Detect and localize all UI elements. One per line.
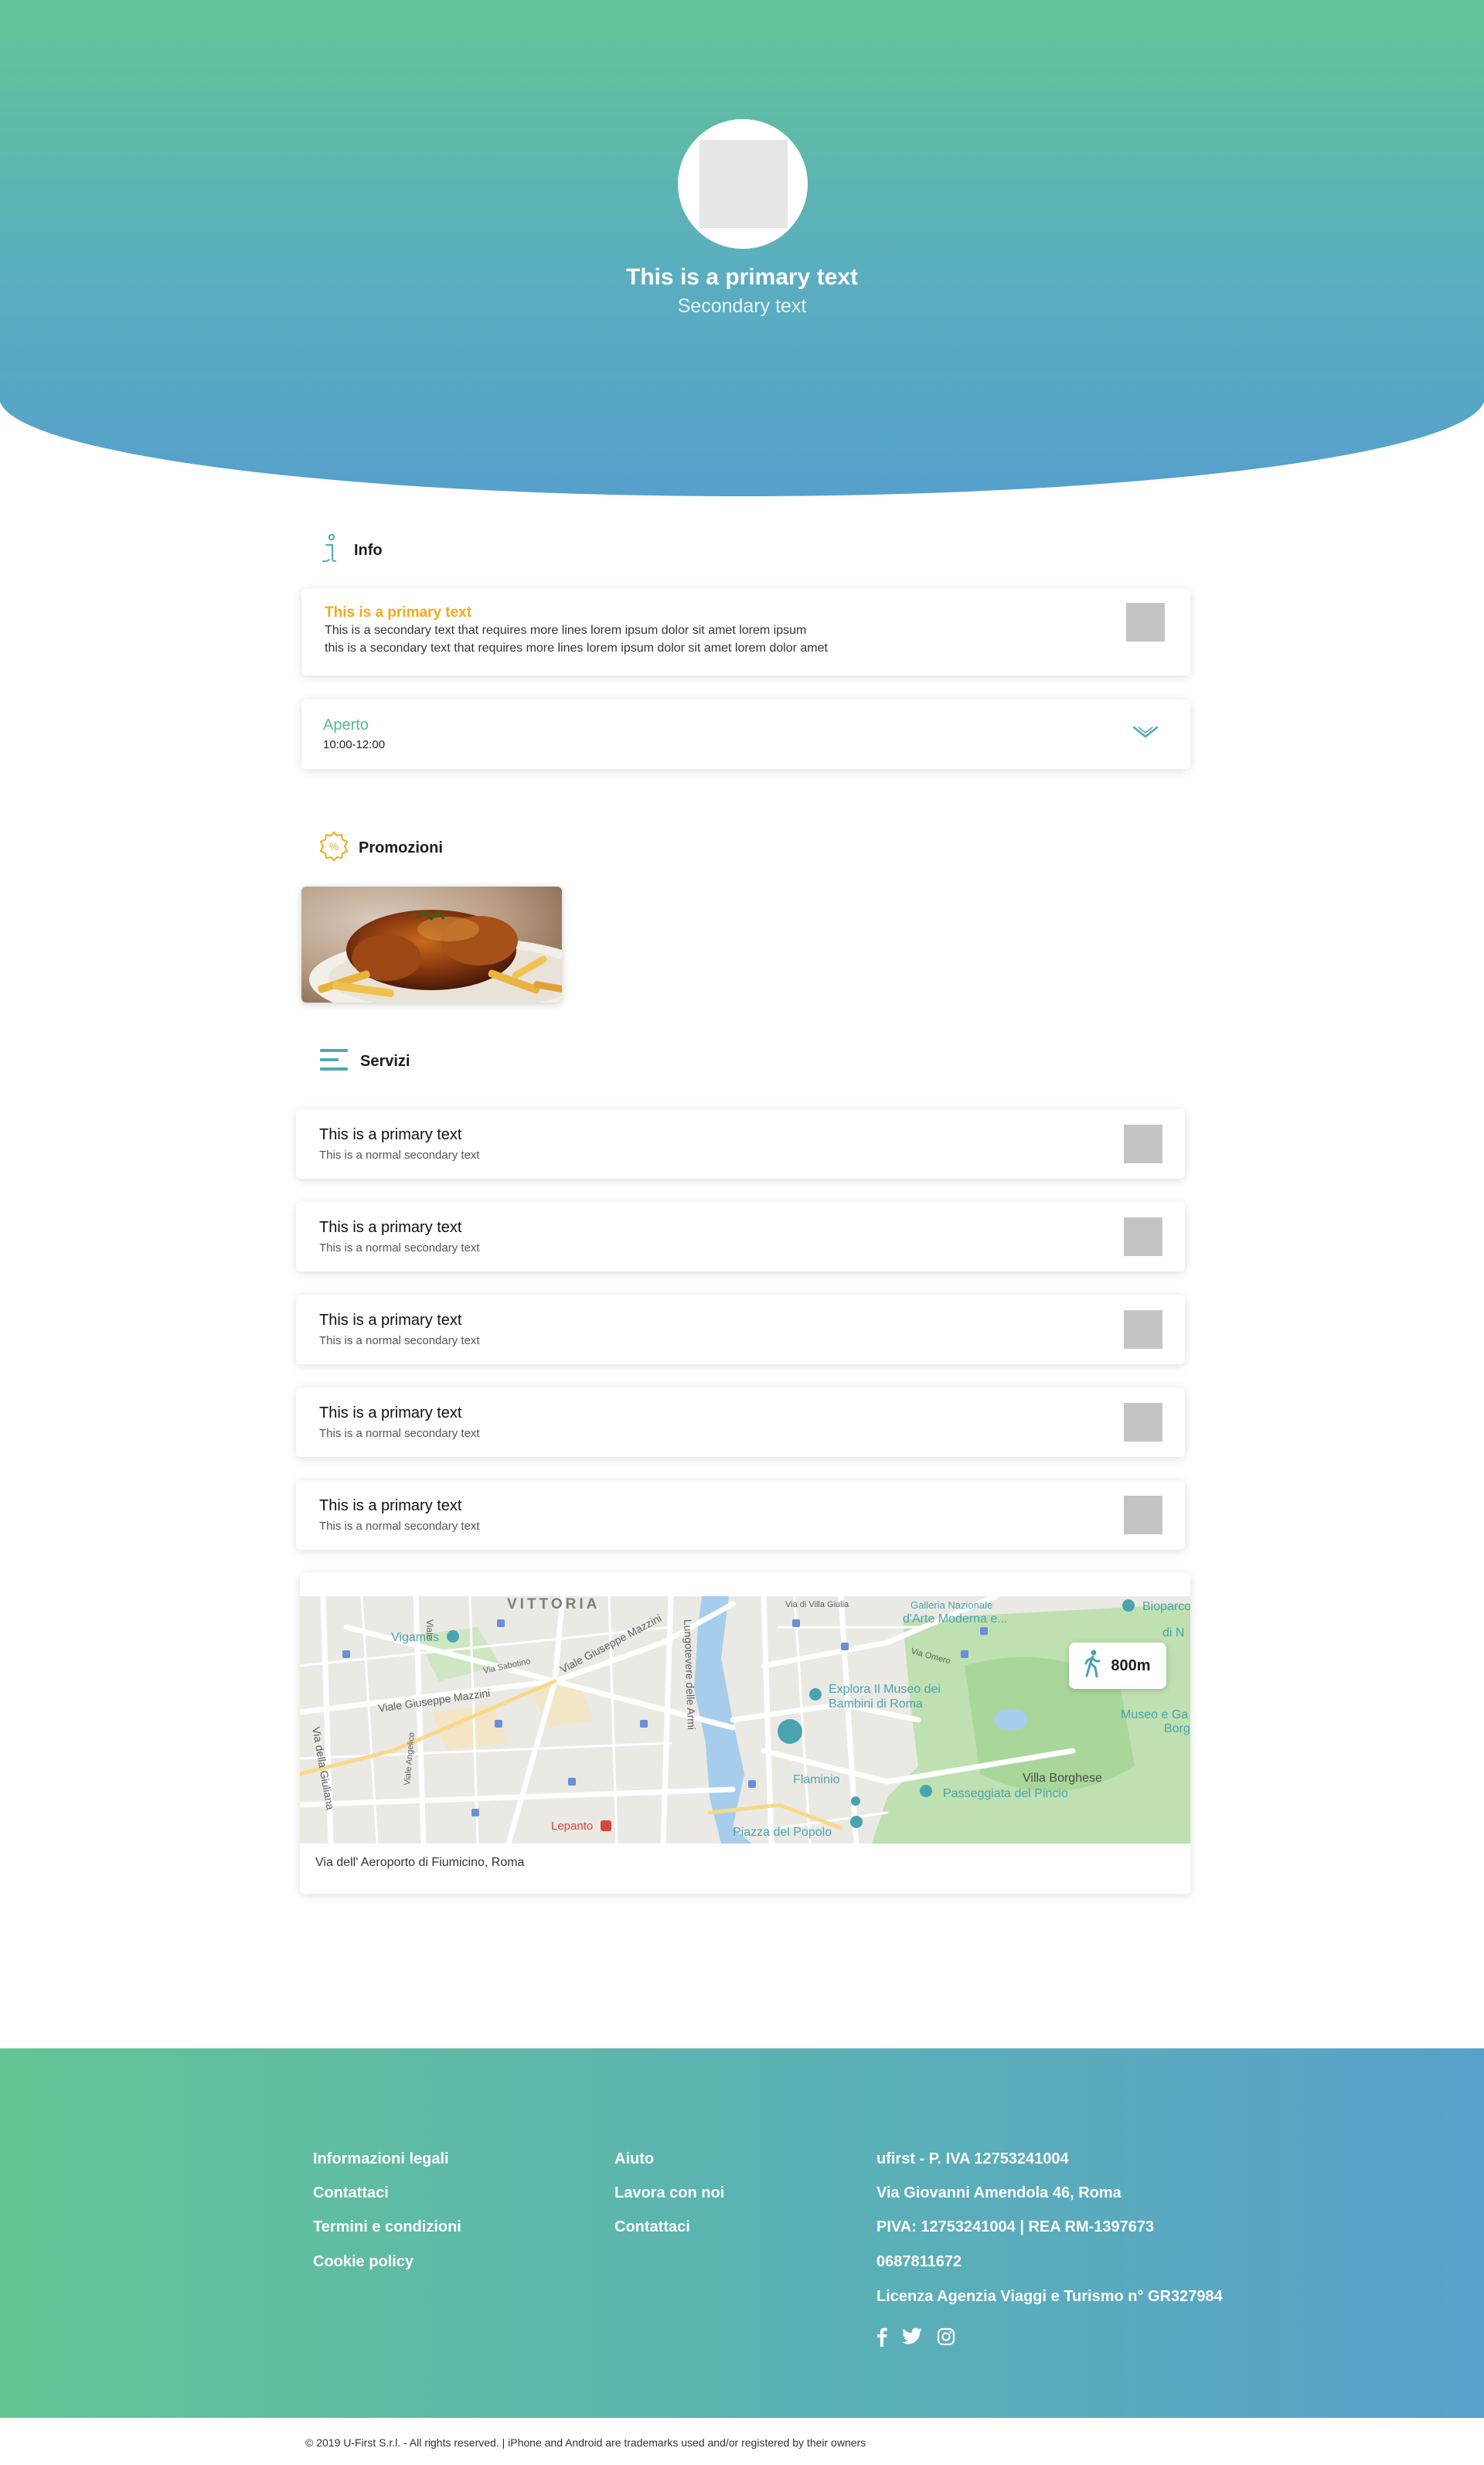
company-rea: PIVA: 12753241004 | REA RM-1397673 (876, 2218, 1155, 2235)
promotion-card[interactable] (301, 887, 562, 1003)
map-view[interactable]: VITTORIA Vigamus Explora Il Museo dei Ba… (300, 1596, 1190, 1844)
service-item[interactable]: This is a primary text This is a normal … (296, 1109, 1185, 1179)
map-label: di N (1162, 1626, 1184, 1639)
map-label: Bambini di Roma (829, 1697, 923, 1711)
service-item[interactable]: This is a primary text This is a normal … (296, 1387, 1185, 1457)
map-label: VITTORIA (507, 1596, 600, 1612)
map-label: Bioparco (1142, 1600, 1190, 1613)
info-heading: Info (354, 542, 383, 559)
info-section-heading: Info (318, 533, 383, 568)
service-item[interactable]: This is a primary text This is a normal … (296, 1295, 1185, 1364)
header-title: This is a primary text (625, 264, 859, 290)
footer-link-cookie-policy[interactable]: Cookie policy (313, 2253, 414, 2271)
company-address: Via Giovanni Amendola 46, Roma (876, 2184, 1122, 2201)
service-thumbnail (1124, 1403, 1162, 1442)
company-phone: 0687811672 (876, 2253, 962, 2270)
services-heading: Servizi (360, 1053, 410, 1070)
map-label: Galleria Nazionale (910, 1599, 992, 1611)
service-title: This is a primary text (319, 1219, 462, 1236)
map-label: Borg (1164, 1722, 1190, 1735)
service-item[interactable]: This is a primary text This is a normal … (296, 1480, 1185, 1550)
avatar (699, 140, 788, 228)
discount-badge-icon: % (318, 831, 349, 866)
chevron-down-icon[interactable] (1132, 723, 1159, 745)
map-label: Museo e Ga (1121, 1708, 1188, 1721)
service-thumbnail (1124, 1217, 1162, 1256)
service-subtitle: This is a normal secondary text (319, 1427, 480, 1440)
info-card-line: This is a secondary text that requires m… (325, 624, 807, 637)
opening-hours-card[interactable]: Aperto 10:00-12:00 (301, 700, 1190, 769)
roast-chicken-photo (301, 887, 562, 1003)
map-tiles: VITTORIA Vigamus Explora Il Museo dei Ba… (300, 1596, 1190, 1844)
map-label: Viale (424, 1619, 435, 1640)
header-subtitle: Secondary text (677, 295, 807, 317)
walking-person-icon (1084, 1650, 1101, 1682)
service-thumbnail (1124, 1496, 1162, 1534)
info-card-title: This is a primary text (325, 604, 472, 621)
opening-status: Aperto (323, 717, 369, 734)
map-label: Flaminio (793, 1773, 840, 1786)
company-vat: ufirst - P. IVA 12753241004 (876, 2150, 1069, 2167)
service-title: This is a primary text (319, 1404, 462, 1421)
promotions-heading: Promozioni (359, 839, 443, 856)
services-section-heading: Servizi (318, 1047, 410, 1076)
map-label: Explora Il Museo dei (829, 1683, 941, 1696)
service-title: This is a primary text (319, 1497, 462, 1514)
map-label: Passeggiata del Pincio (943, 1787, 1068, 1800)
service-item[interactable]: This is a primary text This is a normal … (296, 1202, 1185, 1272)
service-thumbnail (1124, 1125, 1162, 1163)
map-label: Via di Villa Giulia (785, 1600, 849, 1609)
twitter-icon[interactable] (901, 2327, 923, 2350)
info-card[interactable]: This is a primary text This is a seconda… (301, 589, 1190, 676)
footer-link-legal-info[interactable]: Informazioni legali (313, 2150, 449, 2168)
service-subtitle: This is a normal secondary text (319, 1149, 480, 1162)
map-label: Villa Borghese (1023, 1772, 1102, 1785)
promotions-section-heading: % Promozioni (318, 831, 443, 866)
footer: Informazioni legali Contattaci Termini e… (0, 2048, 1484, 2418)
footer-link-contact[interactable]: Contattaci (313, 2184, 389, 2202)
info-card-line: this is a secondary text that requires m… (325, 642, 828, 655)
map-label: d'Arte Moderna e... (903, 1612, 1008, 1626)
opening-hours: 10:00-12:00 (323, 738, 386, 751)
profile-header: This is a primary text Secondary text (0, 0, 1484, 502)
service-subtitle: This is a normal secondary text (319, 1334, 480, 1347)
service-subtitle: This is a normal secondary text (319, 1241, 480, 1255)
info-icon (318, 533, 342, 568)
instagram-icon[interactable] (937, 2327, 955, 2350)
social-links (876, 2327, 955, 2351)
service-thumbnail (1124, 1310, 1162, 1349)
service-title: This is a primary text (319, 1312, 462, 1329)
walking-distance-badge: 800m (1069, 1643, 1166, 1689)
copyright-notice: © 2019 U-First S.r.l. - All rights reser… (305, 2436, 866, 2449)
info-card-thumbnail (1126, 603, 1165, 642)
list-icon (318, 1047, 349, 1076)
facebook-icon[interactable] (876, 2327, 887, 2351)
svg-text:%: % (329, 840, 339, 853)
service-subtitle: This is a normal secondary text (319, 1520, 480, 1533)
footer-link-help[interactable]: Aiuto (614, 2150, 654, 2168)
location-address: Via dell' Aeroporto di Fiumicino, Roma (315, 1856, 525, 1869)
footer-link-careers[interactable]: Lavora con noi (614, 2184, 724, 2202)
footer-link-contact-2[interactable]: Contattaci (614, 2218, 690, 2236)
travel-license: Licenza Agenzia Viaggi e Turismo n° GR32… (876, 2288, 1223, 2305)
map-label: Lepanto (551, 1820, 593, 1833)
footer-link-terms[interactable]: Termini e condizioni (313, 2218, 461, 2236)
map-label: Piazza del Popolo (733, 1826, 832, 1839)
location-card: VITTORIA Vigamus Explora Il Museo dei Ba… (300, 1573, 1190, 1894)
service-title: This is a primary text (319, 1126, 462, 1143)
walking-distance: 800m (1111, 1656, 1151, 1674)
